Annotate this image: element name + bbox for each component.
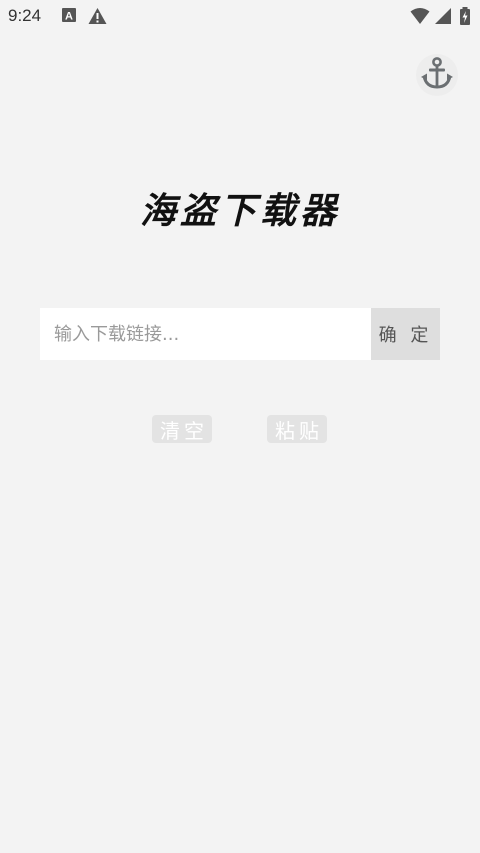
svg-text:A: A xyxy=(65,11,73,23)
paste-button[interactable]: 粘贴 xyxy=(267,415,327,443)
status-bar: 9:24 A xyxy=(0,0,480,32)
url-input[interactable] xyxy=(40,308,371,360)
anchor-icon xyxy=(419,55,455,95)
app-title: 海盗下载器 xyxy=(139,190,340,232)
signal-icon xyxy=(434,7,452,25)
battery-icon xyxy=(459,7,477,25)
anchor-button[interactable] xyxy=(416,54,458,96)
wifi-icon xyxy=(410,7,430,25)
status-time: 9:24 xyxy=(8,6,42,25)
confirm-button[interactable]: 确 定 xyxy=(371,308,440,360)
text-notification-icon: A xyxy=(61,7,79,25)
clear-button[interactable]: 清空 xyxy=(152,415,212,443)
warning-icon xyxy=(88,7,107,25)
